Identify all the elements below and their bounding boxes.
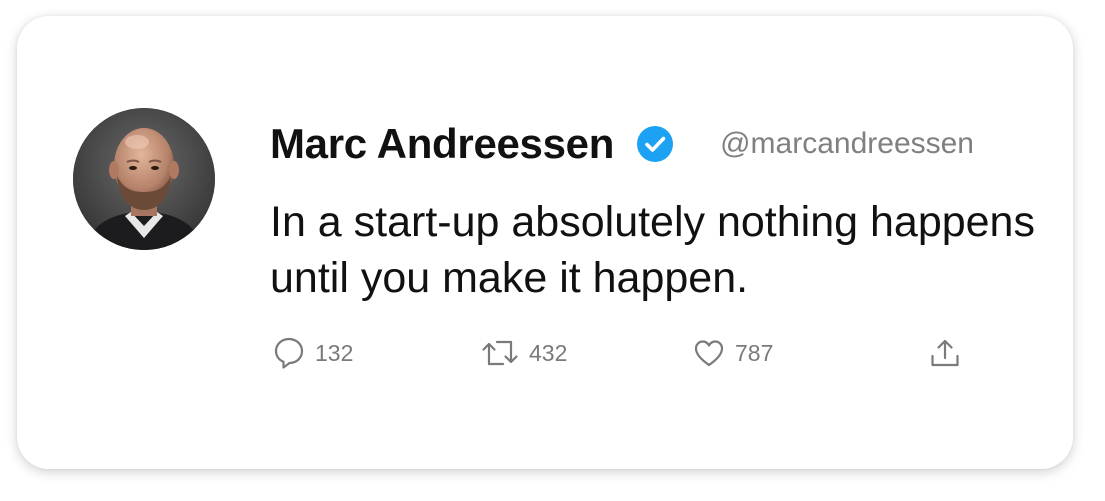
retweet-count: 432: [529, 339, 568, 366]
like-button[interactable]: 787: [693, 335, 773, 371]
reply-icon: [273, 336, 305, 370]
verified-badge-icon: [636, 125, 674, 163]
avatar[interactable]: [73, 108, 215, 250]
user-handle[interactable]: @marcandreessen: [720, 127, 974, 161]
reply-button[interactable]: 132: [273, 335, 353, 371]
like-count: 787: [735, 339, 774, 366]
tweet-actions: 132 432 787: [273, 335, 993, 371]
tweet-card[interactable]: Marc Andreessen @marcandreessen In a sta…: [17, 16, 1073, 469]
reply-count: 132: [315, 339, 354, 366]
share-button[interactable]: [929, 335, 961, 371]
retweet-icon: [481, 338, 519, 368]
display-name[interactable]: Marc Andreessen: [270, 120, 614, 168]
tweet-text: In a start-up absolutely nothing happens…: [270, 198, 1035, 302]
tweet-header: Marc Andreessen @marcandreessen: [270, 119, 974, 169]
avatar-image: [73, 108, 215, 250]
share-icon: [929, 337, 961, 369]
heart-icon: [693, 338, 725, 368]
retweet-button[interactable]: 432: [481, 335, 567, 371]
